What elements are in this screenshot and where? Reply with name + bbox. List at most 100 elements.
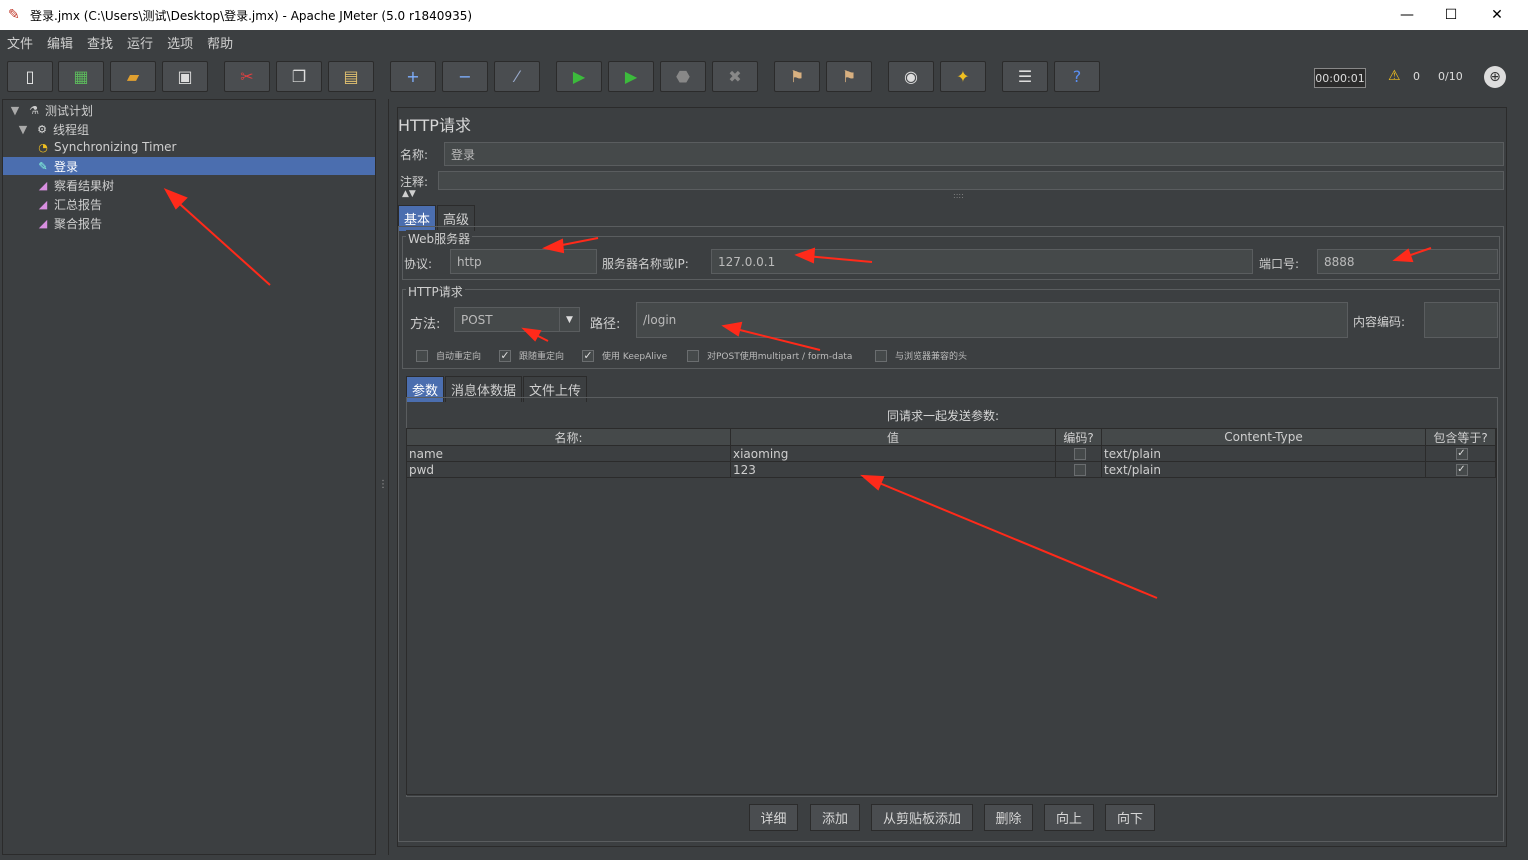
start-icon[interactable]: ▶ [556, 61, 602, 92]
path-field[interactable]: /login [636, 302, 1348, 338]
remote-globe-icon[interactable]: ⊕ [1484, 66, 1506, 88]
maximize-button[interactable]: ☐ [1428, 0, 1474, 30]
include-equals-checkbox[interactable]: ✓ [1455, 447, 1468, 460]
auto-redirect-checkbox[interactable]: 自动重定向 [416, 349, 481, 362]
gear-icon: ⚙ [37, 122, 47, 136]
keepalive-checkbox[interactable]: ✓ 使用 KeepAlive [582, 349, 667, 362]
method-select[interactable]: POST ▼ [454, 307, 580, 332]
delete-button[interactable]: 删除 [984, 804, 1033, 831]
table-cell-content-type[interactable]: text/plain [1102, 446, 1426, 462]
reset-search-icon[interactable]: ✦ [940, 61, 986, 92]
drag-handle-icon[interactable]: :::: [953, 191, 964, 200]
add-button[interactable]: 添加 [810, 804, 860, 831]
menu-help[interactable]: 帮助 [200, 33, 240, 52]
clear-icon[interactable]: ⚑ [774, 61, 820, 92]
shutdown-icon[interactable]: ✖ [712, 61, 758, 92]
table-cell-name[interactable]: pwd [407, 462, 731, 478]
menu-run[interactable]: 运行 [120, 33, 160, 52]
tree-item-login-request[interactable]: ✎ 登录 [3, 157, 375, 175]
encode-checkbox[interactable] [1073, 447, 1086, 460]
port-label: 端口号: [1259, 257, 1300, 271]
function-helper-icon[interactable]: ☰ [1002, 61, 1048, 92]
detail-button[interactable]: 详细 [749, 804, 798, 831]
name-field[interactable]: 登录 [444, 142, 1504, 166]
close-button[interactable]: ✕ [1474, 0, 1520, 30]
checkbox-box[interactable] [687, 349, 699, 362]
tree-item-summary-report[interactable]: ◢ 汇总报告 [35, 195, 102, 213]
port-field[interactable]: 8888 [1317, 249, 1498, 274]
search-icon[interactable]: ◉ [888, 61, 934, 92]
chevron-down-icon[interactable]: ▼ [559, 308, 579, 331]
checkbox-box[interactable]: ✓ [582, 349, 594, 362]
paste-icon[interactable]: ▤ [328, 61, 374, 92]
table-cell-encode[interactable] [1056, 446, 1102, 462]
collapse-arrows-icon[interactable]: ▲▼ [402, 189, 416, 199]
menu-file[interactable]: 文件 [0, 33, 40, 52]
browser-headers-checkbox[interactable]: 与浏览器兼容的头 [875, 349, 967, 362]
table-cell-include-equals[interactable]: ✓ [1426, 446, 1496, 462]
protocol-label: 协议: [404, 257, 433, 271]
column-header-content-type[interactable]: Content-Type [1102, 429, 1426, 446]
add-from-clipboard-button[interactable]: 从剪贴板添加 [871, 804, 973, 831]
encoding-field[interactable] [1424, 302, 1498, 338]
table-cell-value[interactable]: xiaoming [731, 446, 1056, 462]
checkbox-label: 自动重定向 [436, 352, 482, 362]
column-header-encode[interactable]: 编码? [1056, 429, 1102, 446]
encode-checkbox[interactable] [1073, 463, 1086, 476]
checkbox-box[interactable] [416, 349, 428, 362]
split-divider[interactable]: ⋮ [377, 99, 388, 855]
menu-edit[interactable]: 编辑 [40, 33, 80, 52]
tree-item-thread-group[interactable]: ▼ ⚙ 线程组 [15, 120, 89, 138]
include-equals-checkbox[interactable]: ✓ [1455, 463, 1468, 476]
move-up-button[interactable]: 向上 [1044, 804, 1094, 831]
minimize-button[interactable]: — [1384, 0, 1430, 30]
cut-icon[interactable]: ✂ [224, 61, 270, 92]
stop-icon[interactable]: ⬣ [660, 61, 706, 92]
server-field[interactable]: 127.0.0.1 [711, 249, 1253, 274]
protocol-field[interactable]: http [450, 249, 597, 274]
table-cell-include-equals[interactable]: ✓ [1426, 462, 1496, 478]
menu-bar: 文件 编辑 查找 运行 选项 帮助 [0, 30, 1528, 54]
collapse-icon[interactable]: − [442, 61, 488, 92]
comment-field[interactable] [438, 171, 1504, 190]
toggle-icon[interactable]: ⁄ [494, 61, 540, 92]
table-cell-name[interactable]: name [407, 446, 731, 462]
tree-item-label: 汇总报告 [54, 197, 103, 212]
checkbox-box[interactable] [875, 349, 887, 362]
tree-item-view-results-tree[interactable]: ◢ 察看结果树 [35, 176, 114, 194]
flask-icon: ⚗ [29, 103, 39, 117]
menu-options[interactable]: 选项 [160, 33, 200, 52]
table-cell-value[interactable]: 123 [731, 462, 1056, 478]
tree-expand-icon[interactable]: ▼ [7, 104, 23, 117]
table-cell-encode[interactable] [1056, 462, 1102, 478]
templates-icon[interactable]: ▦ [58, 61, 104, 92]
expand-icon[interactable]: + [390, 61, 436, 92]
tree-item-test-plan[interactable]: ▼ ⚗ 测试计划 [7, 101, 93, 119]
new-icon[interactable]: ▯ [7, 61, 53, 92]
tree-item-label: 登录 [54, 159, 79, 174]
follow-redirect-checkbox[interactable]: ✓ 跟随重定向 [499, 349, 564, 362]
column-header-name[interactable]: 名称: [407, 429, 731, 446]
copy-icon[interactable]: ❐ [276, 61, 322, 92]
encoding-label: 内容编码: [1353, 315, 1406, 329]
save-icon[interactable]: ▣ [162, 61, 208, 92]
table-cell-content-type[interactable]: text/plain [1102, 462, 1426, 478]
tree-expand-icon[interactable]: ▼ [15, 123, 31, 136]
move-down-button[interactable]: 向下 [1105, 804, 1155, 831]
warning-icon[interactable]: ⚠ [1388, 68, 1401, 84]
checkbox-box[interactable]: ✓ [499, 349, 511, 362]
column-header-include-equals[interactable]: 包含等于? [1426, 429, 1496, 446]
menu-search[interactable]: 查找 [80, 33, 120, 52]
column-header-value[interactable]: 值 [731, 429, 1056, 446]
tree-item-label: 聚合报告 [54, 216, 103, 231]
warning-count: 0 [1413, 70, 1420, 83]
start-no-pause-icon[interactable]: ▶ [608, 61, 654, 92]
active-threads: 0/10 [1438, 70, 1463, 83]
path-label: 路径: [590, 317, 621, 332]
tree-item-sync-timer[interactable]: ◔ Synchronizing Timer [35, 138, 176, 156]
tree-item-aggregate-report[interactable]: ◢ 聚合报告 [35, 214, 102, 232]
clear-all-icon[interactable]: ⚑ [826, 61, 872, 92]
help-icon[interactable]: ? [1054, 61, 1100, 92]
open-icon[interactable]: ▰ [110, 61, 156, 92]
multipart-checkbox[interactable]: 对POST使用multipart / form-data [687, 349, 852, 362]
